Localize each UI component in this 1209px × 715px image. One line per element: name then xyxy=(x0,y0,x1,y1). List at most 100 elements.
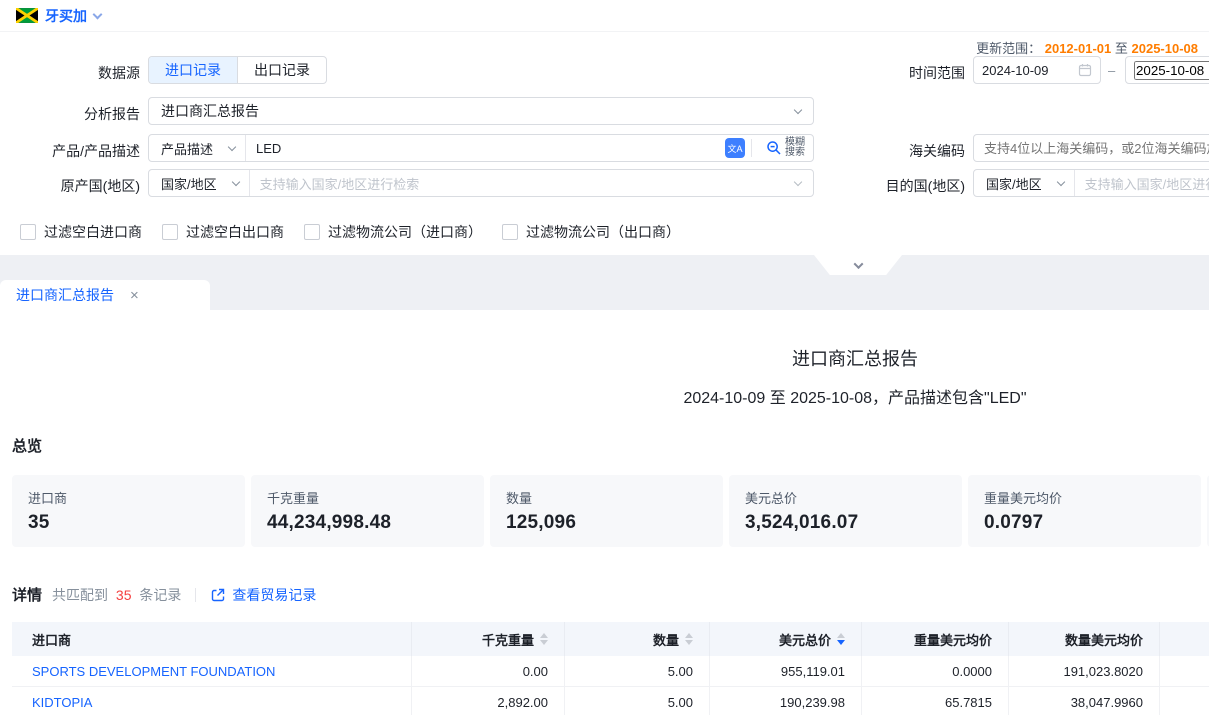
importer-table: 进口商 千克重量 数量 美元总价 重量美元均价 数量美 xyxy=(12,622,1209,715)
chevron-down-icon xyxy=(794,177,802,185)
detail-heading: 详情 xyxy=(12,584,42,605)
cell-extra xyxy=(1160,687,1209,715)
match-count-text: 共匹配到 35 条记录 xyxy=(52,585,181,605)
chevron-down-icon xyxy=(1056,177,1064,185)
tab-export-records[interactable]: 出口记录 xyxy=(237,57,326,83)
collapse-panel-button[interactable] xyxy=(814,255,902,275)
product-type-select[interactable]: 产品描述 xyxy=(149,139,245,158)
top-bar: 牙买加 xyxy=(0,0,1209,32)
report-type-select[interactable]: 进口商汇总报告 xyxy=(148,97,814,125)
country-selector[interactable]: 牙买加 xyxy=(16,6,101,26)
destination-type-value: 国家/地区 xyxy=(986,174,1042,193)
stat-card-usd-per-weight: 重量美元均价 0.0797 xyxy=(968,475,1201,547)
destination-type-select[interactable]: 国家/地区 xyxy=(974,174,1074,193)
stat-value: 3,524,016.07 xyxy=(745,512,946,534)
match-suffix: 条记录 xyxy=(139,587,181,603)
overview-cards: 进口商 35 千克重量 44,234,998.48 数量 125,096 美元总… xyxy=(12,475,1209,547)
col-header-extra xyxy=(1160,622,1209,656)
cell-importer: KIDTOPIA xyxy=(12,687,412,715)
report-subtitle: 2024-10-09 至 2025-10-08，产品描述包含"LED" xyxy=(0,384,1209,408)
checkbox-label: 过滤空白出口商 xyxy=(186,222,284,242)
cell-quantity: 5.00 xyxy=(565,656,710,686)
date-start-input[interactable] xyxy=(982,63,1078,78)
origin-type-select[interactable]: 国家/地区 xyxy=(149,174,249,193)
match-prefix: 共匹配到 xyxy=(52,587,108,603)
cell-usd-per-weight: 65.7815 xyxy=(862,687,1009,715)
origin-country-placeholder[interactable]: 支持输入国家/地区进行检索 xyxy=(250,174,795,193)
checkbox-icon[interactable] xyxy=(304,224,320,240)
time-range-label: 时间范围 xyxy=(858,63,965,83)
update-range: 更新范围： 2012-01-01 至 2025-10-08 xyxy=(976,38,1198,57)
origin-country-label: 原产国(地区) xyxy=(0,176,140,196)
detail-header-row: 详情 共匹配到 35 条记录 查看贸易记录 xyxy=(12,584,1209,605)
destination-country-placeholder[interactable]: 支持输入国家/地区进行检索 xyxy=(1075,174,1209,193)
table-row: KIDTOPIA 2,892.00 5.00 190,239.98 65.781… xyxy=(12,687,1209,715)
tab-importer-summary-report[interactable]: 进口商汇总报告 × xyxy=(0,280,210,310)
hs-code-field[interactable] xyxy=(973,134,1209,162)
col-header-usd-total[interactable]: 美元总价 xyxy=(710,622,862,656)
cell-usd-per-quantity: 191,023.8020 xyxy=(1009,656,1160,686)
stat-label: 重量美元均价 xyxy=(984,488,1185,507)
divider xyxy=(195,588,196,602)
cell-usd-per-weight: 0.0000 xyxy=(862,656,1009,686)
product-keyword-input[interactable] xyxy=(246,141,725,156)
stat-card-usd-total: 美元总价 3,524,016.07 xyxy=(729,475,962,547)
checkbox-icon[interactable] xyxy=(162,224,178,240)
view-records-label: 查看贸易记录 xyxy=(232,585,316,605)
close-icon[interactable]: × xyxy=(130,288,139,303)
overview-heading: 总览 xyxy=(12,435,1209,456)
cell-kg-weight: 0.00 xyxy=(412,656,565,686)
stat-value: 0.0797 xyxy=(984,512,1185,534)
calendar-icon xyxy=(1078,63,1092,77)
translate-icon[interactable]: 文A xyxy=(725,138,745,158)
update-range-to: 至 xyxy=(1115,41,1128,56)
col-label: 进口商 xyxy=(32,630,71,649)
origin-type-value: 国家/地区 xyxy=(161,174,217,193)
divider xyxy=(751,139,752,157)
tab-import-records[interactable]: 进口记录 xyxy=(149,57,237,83)
cell-kg-weight: 2,892.00 xyxy=(412,687,565,715)
col-header-importer: 进口商 xyxy=(12,622,412,656)
data-source-switch: 进口记录 出口记录 xyxy=(148,56,327,84)
date-end-field[interactable] xyxy=(1125,56,1209,84)
filter-panel: 更新范围： 2012-01-01 至 2025-10-08 数据源 进口记录 出… xyxy=(0,32,1209,255)
importer-link[interactable]: SPORTS DEVELOPMENT FOUNDATION xyxy=(32,664,275,679)
sort-icon[interactable] xyxy=(685,633,693,645)
chevron-down-icon xyxy=(93,9,103,19)
view-records-icon xyxy=(210,587,226,603)
fuzzy-search-button[interactable]: 模糊搜索 xyxy=(758,138,813,158)
stat-card-kg-weight: 千克重量 44,234,998.48 xyxy=(251,475,484,547)
col-header-quantity[interactable]: 数量 xyxy=(565,622,710,656)
checkbox-filter-logistics-exporter[interactable]: 过滤物流公司（出口商） xyxy=(502,222,680,242)
view-trade-records-link[interactable]: 查看贸易记录 xyxy=(210,585,316,605)
chevron-down-icon xyxy=(231,177,239,185)
checkbox-filter-blank-exporter[interactable]: 过滤空白出口商 xyxy=(162,222,284,242)
product-label: 产品/产品描述 xyxy=(0,141,140,161)
destination-country-field: 国家/地区 支持输入国家/地区进行检索 xyxy=(973,169,1209,197)
stat-card-importers: 进口商 35 xyxy=(12,475,245,547)
date-start-field[interactable] xyxy=(973,56,1101,84)
update-range-end: 2025-10-08 xyxy=(1132,41,1199,56)
stat-label: 千克重量 xyxy=(267,488,468,507)
sort-icon-desc-active[interactable] xyxy=(837,633,845,645)
product-search-field: 产品描述 文A 模糊搜索 xyxy=(148,134,814,162)
update-range-start: 2012-01-01 xyxy=(1045,41,1112,56)
stat-value: 35 xyxy=(28,512,229,534)
checkbox-icon[interactable] xyxy=(20,224,36,240)
checkbox-filter-blank-importer[interactable]: 过滤空白进口商 xyxy=(20,222,142,242)
col-header-kg-weight[interactable]: 千克重量 xyxy=(412,622,565,656)
match-count: 35 xyxy=(116,587,132,603)
checkbox-icon[interactable] xyxy=(502,224,518,240)
update-range-label: 更新范围： xyxy=(976,41,1041,56)
hs-code-input[interactable] xyxy=(984,141,1209,156)
importer-link[interactable]: KIDTOPIA xyxy=(32,695,92,710)
chevron-down-icon xyxy=(794,105,802,113)
date-end-input[interactable] xyxy=(1134,61,1209,80)
checkbox-label: 过滤空白进口商 xyxy=(44,222,142,242)
checkbox-filter-logistics-importer[interactable]: 过滤物流公司（进口商） xyxy=(304,222,482,242)
magnifier-icon xyxy=(766,140,782,156)
chevron-down-icon xyxy=(228,142,236,150)
col-label: 千克重量 xyxy=(482,630,534,649)
cell-usd-total: 955,119.01 xyxy=(710,656,862,686)
sort-icon[interactable] xyxy=(540,633,548,645)
